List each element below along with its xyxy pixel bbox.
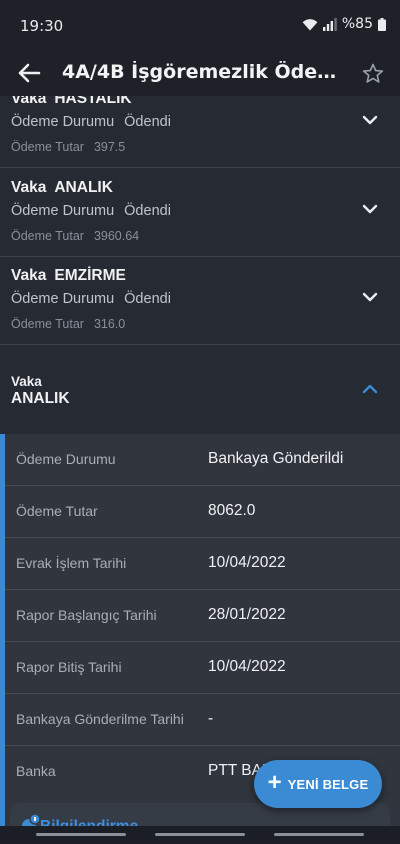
case-item-expanded[interactable]: Vaka ANALIK xyxy=(0,346,400,434)
status-icons: %85 xyxy=(302,16,386,32)
chevron-down-icon[interactable] xyxy=(360,110,380,130)
status-label: Ödeme Durumu xyxy=(11,114,115,130)
detail-label: Rapor Başlangıç Tarihi xyxy=(16,607,157,623)
system-nav-bar xyxy=(0,826,400,844)
detail-row-report-end: Rapor Bitiş Tarihi 10/04/2022 xyxy=(5,642,400,694)
case-item-analik[interactable]: Vaka ANALIK Ödeme Durumu Ödendi Ödeme Tuta… xyxy=(0,169,400,257)
case-name: EMZİRME xyxy=(54,267,126,284)
detail-label: Rapor Bitiş Tarihi xyxy=(16,659,122,675)
status-label: Ödeme Durumu xyxy=(11,203,115,219)
detail-value: Bankaya Gönderildi xyxy=(208,450,344,467)
detail-label: Evrak İşlem Tarihi xyxy=(16,555,127,571)
case-status: Ödeme Durumu Ödendi xyxy=(11,203,171,219)
case-title: Vaka EMZİRME xyxy=(11,267,126,285)
case-amount: Ödeme Tutar 316.0 xyxy=(11,317,125,331)
case-name: ANALIK xyxy=(54,179,113,196)
favorite-button[interactable] xyxy=(358,57,388,89)
amount-label: Ödeme Tutar xyxy=(11,317,84,331)
amount-value: 3960.64 xyxy=(93,229,140,243)
detail-label: Banka xyxy=(16,763,56,779)
detail-row-document-date: Evrak İşlem Tarihi 10/04/2022 xyxy=(5,538,400,590)
detail-label: Ödeme Durumu xyxy=(16,451,116,467)
case-name: ANALIK xyxy=(11,390,70,407)
new-document-button[interactable]: + YENİ BELGE xyxy=(254,760,382,808)
case-title: Vaka HASTALIK xyxy=(11,96,132,108)
chevron-up-icon[interactable] xyxy=(360,379,380,399)
detail-row-payment-status: Ödeme Durumu Bankaya Gönderildi xyxy=(5,434,400,486)
nav-back-handle[interactable] xyxy=(36,833,126,836)
plus-icon: + xyxy=(267,769,282,796)
amount-label: Ödeme Tutar xyxy=(11,229,84,243)
case-status: Ödeme Durumu Ödendi xyxy=(11,114,171,130)
case-key-label: Vaka xyxy=(11,374,42,389)
chevron-down-icon[interactable] xyxy=(360,199,380,219)
detail-row-payment-amount: Ödeme Tutar 8062.0 xyxy=(5,486,400,538)
app-bar: 4A/4B İşgöremezlik Ödeme Bilgileri xyxy=(0,50,400,96)
detail-value: 28/01/2022 xyxy=(208,606,286,623)
case-amount: Ödeme Tutar 3960.64 xyxy=(11,229,139,243)
status-label: Ödeme Durumu xyxy=(11,291,115,307)
amount-value: 397.5 xyxy=(93,140,126,154)
status-time: 19:30 xyxy=(20,17,64,35)
nav-recents-handle[interactable] xyxy=(274,833,364,836)
signal-icon xyxy=(322,17,337,31)
battery-icon xyxy=(378,17,386,31)
wifi-icon xyxy=(302,18,318,30)
detail-label: Ödeme Tutar xyxy=(16,503,98,519)
case-item-emzirme[interactable]: Vaka EMZİRME Ödeme Durumu Ödendi Ödeme Tut… xyxy=(0,257,400,345)
detail-label: Bankaya Gönderilme Tarihi xyxy=(16,711,184,727)
arrow-left-icon xyxy=(18,63,41,83)
case-key-label: Vaka xyxy=(11,179,47,196)
case-list[interactable]: Vaka HASTALIK Ödeme Durumu Ödendi Ödeme Tu… xyxy=(0,96,400,844)
case-key-label: Vaka xyxy=(11,96,47,107)
case-key-label: Vaka xyxy=(11,267,47,284)
nav-home-handle[interactable] xyxy=(155,833,245,836)
page-title: 4A/4B İşgöremezlik Ödeme Bilgileri xyxy=(62,61,347,83)
case-item-hastalik[interactable]: Vaka HASTALIK Ödeme Durumu Ödendi Ödeme Tu… xyxy=(0,96,400,168)
status-bar: 19:30 %85 xyxy=(0,0,400,50)
detail-value: - xyxy=(208,710,214,727)
case-title: Vaka ANALIK xyxy=(11,179,113,197)
battery-percent: %85 xyxy=(341,16,373,32)
case-amount: Ödeme Tutar 397.5 xyxy=(11,140,125,154)
detail-row-report-start: Rapor Başlangıç Tarihi 28/01/2022 xyxy=(5,590,400,642)
amount-label: Ödeme Tutar xyxy=(11,140,84,154)
status-value: Ödendi xyxy=(124,203,171,219)
back-button[interactable] xyxy=(12,56,46,90)
star-outline-icon xyxy=(362,63,384,83)
new-document-label: YENİ BELGE xyxy=(287,776,369,792)
detail-row-bank-sent-date: Bankaya Gönderilme Tarihi - xyxy=(5,694,400,746)
detail-value: 10/04/2022 xyxy=(208,658,286,675)
amount-value: 316.0 xyxy=(93,317,126,331)
case-status: Ödeme Durumu Ödendi xyxy=(11,291,171,307)
case-name: HASTALIK xyxy=(54,96,132,107)
detail-value: 10/04/2022 xyxy=(208,554,286,571)
detail-value: 8062.0 xyxy=(208,502,256,519)
status-value: Ödendi xyxy=(124,114,171,130)
status-value: Ödendi xyxy=(124,291,171,307)
chevron-down-icon[interactable] xyxy=(360,287,380,307)
